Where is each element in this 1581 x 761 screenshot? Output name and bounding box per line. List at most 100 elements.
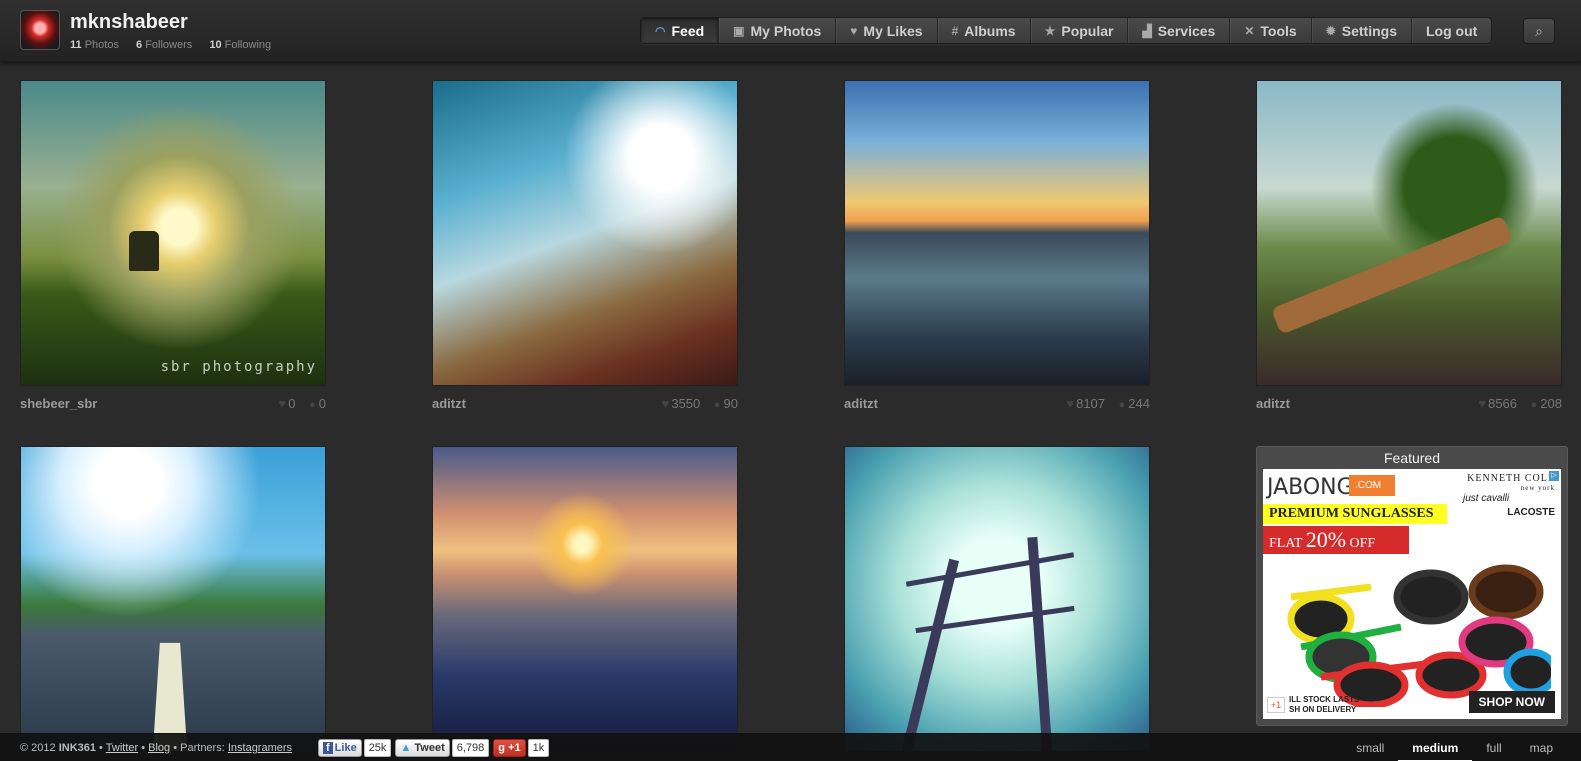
view-size-full[interactable]: full: [1472, 734, 1515, 761]
photo-tile: [20, 446, 326, 752]
featured-box: Featured JABONG .COM KENNETH COLE new yor…: [1256, 446, 1568, 726]
photo-tile: aditzt ♥ 8107 ● 244: [844, 80, 1150, 414]
photo-caption: aditzt ♥ 8107 ● 244: [844, 394, 1150, 414]
photo-author[interactable]: aditzt: [1256, 396, 1290, 411]
view-size-map[interactable]: map: [1516, 734, 1567, 761]
photo-tile: [432, 446, 738, 752]
photo-subject: [129, 231, 159, 271]
nav-logout[interactable]: Log out: [1412, 18, 1491, 43]
comment-icon[interactable]: ●: [1119, 399, 1126, 411]
main-nav: ◠ Feed ▣ My Photos ♥ My Likes # Albums ★ Popu…: [640, 17, 1493, 44]
nav-my-photos[interactable]: ▣ My Photos: [719, 18, 837, 43]
following-stat[interactable]: 10 Following: [209, 39, 278, 51]
ad-just-cavalli: just cavalli: [1463, 493, 1510, 504]
nav-my-likes[interactable]: ♥ My Likes: [836, 18, 938, 43]
photo-subject: [905, 552, 1075, 587]
profile-avatar[interactable]: [20, 10, 60, 50]
ad-banner[interactable]: JABONG .COM KENNETH COLE new york just ca…: [1263, 469, 1561, 719]
twitter-bird-icon: ▲: [400, 742, 412, 754]
photo-image[interactable]: sbr photography: [20, 80, 326, 386]
ad-kenneth-cole: KENNETH COLE new york: [1467, 473, 1555, 492]
photo-image[interactable]: [20, 446, 326, 752]
photo-subject: [1270, 215, 1514, 335]
like-count: 3550: [671, 396, 701, 411]
photos-stat[interactable]: 11 Photos: [70, 39, 126, 51]
comment-count: 244: [1128, 396, 1150, 411]
photo-image[interactable]: [844, 80, 1150, 386]
comment-icon[interactable]: ●: [714, 399, 721, 411]
social-buttons: f Like 25k ▲ Tweet 6,798 g +1 1k: [318, 739, 553, 757]
comment-icon[interactable]: ●: [309, 399, 316, 411]
photo-counts: ♥ 8107 ● 244: [1066, 396, 1150, 411]
photo-caption: shebeer_sbr ♥ 0 ● 0: [20, 394, 326, 414]
photo-counts: ♥ 8566 ● 208: [1478, 396, 1562, 411]
nav-feed[interactable]: ◠ Feed: [641, 18, 720, 43]
blog-link[interactable]: Blog: [148, 742, 170, 754]
photo-subject: [900, 558, 960, 751]
search-icon: ⌕: [1535, 22, 1543, 39]
followers-stat[interactable]: 6 Followers: [136, 39, 199, 51]
instagramers-link[interactable]: Instagramers: [228, 742, 292, 754]
google-plus-count: 1k: [527, 739, 550, 757]
google-plus-one-button[interactable]: g +1: [493, 739, 526, 757]
google-plus-button[interactable]: +1: [1267, 697, 1285, 713]
photo-tile: aditzt ♥ 3550 ● 90: [432, 80, 738, 414]
profile-username[interactable]: mknshabeer: [70, 11, 188, 34]
ad-lacoste: LACOSTE: [1507, 507, 1555, 518]
photo-author[interactable]: aditzt: [432, 396, 466, 411]
facebook-like-count: 25k: [363, 739, 392, 757]
photo-image[interactable]: [1256, 80, 1562, 386]
photo-image[interactable]: [432, 446, 738, 752]
gear-icon: ✹: [1325, 23, 1336, 38]
ad-choices-icon[interactable]: ▷: [1549, 471, 1559, 481]
facebook-like-button[interactable]: f Like: [318, 739, 362, 757]
footer-bar: © 2012 INK361 • Twitter • Blog • Partner…: [0, 733, 1581, 761]
nav-services[interactable]: ▟ Services: [1128, 18, 1231, 43]
comment-count: 90: [723, 396, 738, 411]
rss-icon: ◠: [655, 23, 666, 38]
sunglasses-image: [1287, 564, 1551, 707]
heart-icon[interactable]: ♥: [1066, 396, 1074, 411]
view-size-small[interactable]: small: [1342, 734, 1398, 761]
heart-icon[interactable]: ♥: [279, 396, 287, 411]
photo-image[interactable]: [844, 446, 1150, 752]
twitter-link[interactable]: Twitter: [106, 742, 138, 754]
featured-title: Featured: [1383, 450, 1441, 466]
photo-caption: aditzt ♥ 3550 ● 90: [432, 394, 738, 414]
nav-popular[interactable]: ★ Popular: [1031, 18, 1129, 43]
photo-author[interactable]: shebeer_sbr: [20, 396, 97, 411]
comment-count: 0: [318, 396, 326, 411]
heart-icon[interactable]: ♥: [662, 396, 670, 411]
google-plus-icon: g: [498, 742, 506, 754]
shop-now-button[interactable]: SHOP NOW: [1468, 691, 1555, 713]
star-icon: ★: [1044, 23, 1056, 38]
top-header: mknshabeer 11 Photos 6 Followers 10 Foll…: [0, 0, 1581, 62]
photo-caption: aditzt ♥ 8566 ● 208: [1256, 394, 1562, 414]
profile-stats: 11 Photos 6 Followers 10 Following: [70, 39, 285, 51]
heart-icon[interactable]: ♥: [1478, 396, 1486, 411]
photo-counts: ♥ 0 ● 0: [279, 396, 326, 411]
comment-icon[interactable]: ●: [1531, 399, 1538, 411]
photo-watermark: sbr photography: [160, 359, 317, 375]
photo-counts: ♥ 3550 ● 90: [662, 396, 738, 411]
ad-offer: FLAT 20% OFF: [1263, 526, 1409, 554]
search-button[interactable]: ⌕: [1523, 18, 1555, 44]
photo-image[interactable]: [432, 80, 738, 386]
view-size-switcher: small medium full map: [1342, 734, 1567, 761]
photo-tile: sbr photography shebeer_sbr ♥ 0 ● 0: [20, 80, 326, 414]
photo-author[interactable]: aditzt: [844, 396, 878, 411]
nav-tools[interactable]: ✕ Tools: [1230, 18, 1312, 43]
nav-settings[interactable]: ✹ Settings: [1312, 18, 1412, 43]
photo-tile: aditzt ♥ 8566 ● 208: [1256, 80, 1562, 414]
facebook-icon: f: [323, 742, 333, 754]
photo-icon: ▣: [733, 23, 745, 38]
tools-icon: ✕: [1244, 23, 1255, 38]
tweet-button[interactable]: ▲ Tweet: [395, 739, 450, 757]
nav-albums[interactable]: # Albums: [938, 18, 1031, 43]
comment-count: 208: [1540, 396, 1562, 411]
heart-icon: ♥: [850, 23, 858, 38]
like-count: 8107: [1076, 396, 1106, 411]
view-size-medium[interactable]: medium: [1398, 734, 1473, 761]
like-count: 0: [288, 396, 296, 411]
ad-fine-print: ILL STOCK LASTS SH ON DELIVERY: [1289, 695, 1360, 714]
